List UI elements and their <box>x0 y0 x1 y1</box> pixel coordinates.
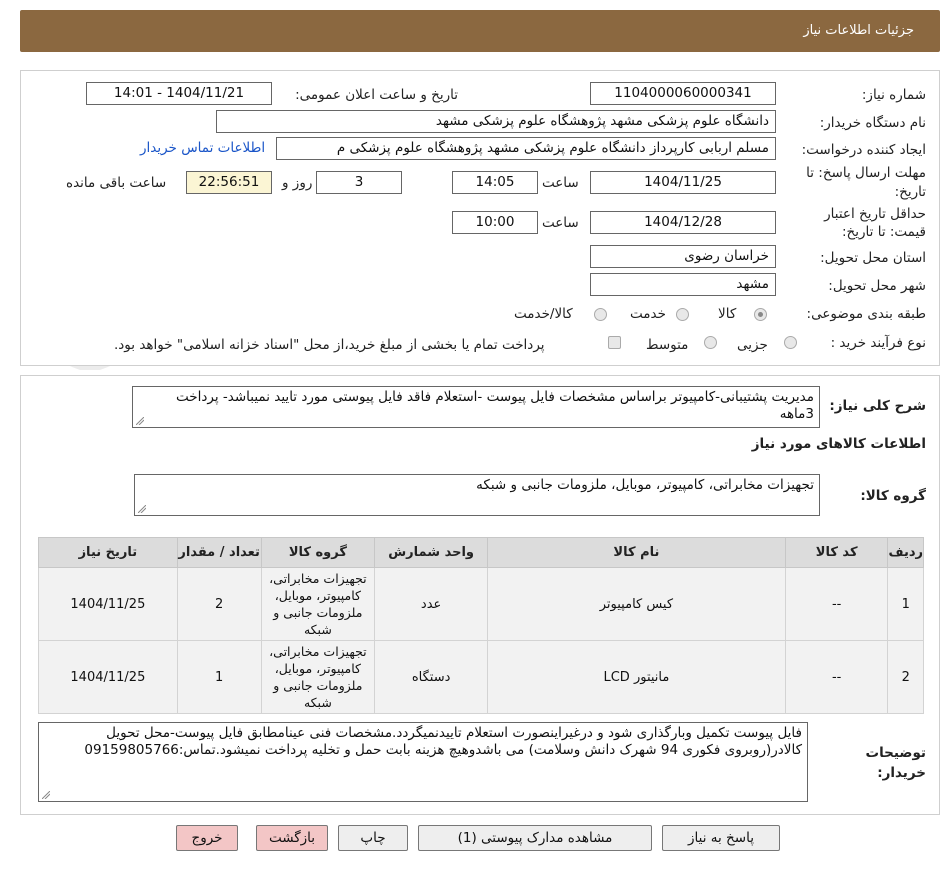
days-label: روز و <box>282 175 313 191</box>
col-unit: واحد شمارش <box>374 537 488 568</box>
validity-hour-label: ساعت <box>542 215 579 231</box>
cell-row: 1 <box>887 567 924 641</box>
goods-section-title: اطلاعات کالاهای مورد نیاز <box>751 436 926 452</box>
print-button[interactable]: چاپ <box>338 825 408 851</box>
cell-group: تجهیزات مخابراتی، کامپیوتر، موبایل، ملزو… <box>260 640 376 714</box>
category-radio-goods[interactable] <box>754 308 767 321</box>
deadline-date-field: 1404/11/25 <box>590 171 776 194</box>
col-qty: تعداد / مقدار <box>176 537 262 568</box>
cell-code: -- <box>784 640 889 714</box>
days-left-field: 3 <box>316 171 402 194</box>
cell-name: مانیتور LCD <box>486 640 786 714</box>
page-title: جزئیات اطلاعات نیاز <box>803 23 914 38</box>
col-name: نام کالا <box>486 537 786 568</box>
goods-group-label: گروه کالا: <box>860 488 926 504</box>
goods-group-text: تجهیزات مخابراتی، کامپیوتر، موبایل، ملزو… <box>476 477 814 493</box>
cell-date: 1404/11/25 <box>38 567 178 641</box>
need-number-field: 1104000060000341 <box>590 82 776 105</box>
category-radio-service[interactable] <box>676 308 689 321</box>
cell-qty: 2 <box>176 567 262 641</box>
cell-row: 2 <box>887 640 924 714</box>
process-radio-minor[interactable] <box>784 336 797 349</box>
reply-button[interactable]: پاسخ به نیاز <box>662 825 780 851</box>
col-code: کد کالا <box>784 537 889 568</box>
process-option-minor: جزیی <box>737 337 768 353</box>
attachments-button[interactable]: مشاهده مدارک پیوستی (1) <box>418 825 652 851</box>
table-header-row: ردیف کد کالا نام کالا واحد شمارش گروه کا… <box>38 537 924 568</box>
deadline-time-field: 14:05 <box>452 171 538 194</box>
buyer-notes-label-2: خریدار: <box>877 765 926 781</box>
goods-group-field[interactable]: تجهیزات مخابراتی، کامپیوتر، موبایل، ملزو… <box>134 474 820 516</box>
treasury-note: پرداخت تمام یا بخشی از مبلغ خرید،از محل … <box>114 337 545 353</box>
province-field: خراسان رضوی <box>590 245 776 268</box>
deadline-label-2: تاریخ: <box>894 184 926 200</box>
back-button[interactable]: بازگشت <box>256 825 328 851</box>
creator-label: ایجاد کننده درخواست: <box>801 142 926 158</box>
description-field[interactable]: مدیریت پشتیبانی-کامپیوتر براساس مشخصات ف… <box>132 386 820 428</box>
col-date: تاریخ نیاز <box>38 537 178 568</box>
table-row: 2 -- مانیتور LCD دستگاه تجهیزات مخابراتی… <box>38 640 924 714</box>
deadline-label: مهلت ارسال پاسخ: تا <box>806 165 926 181</box>
validity-label: حداقل تاریخ اعتبار <box>824 206 926 222</box>
cell-unit: دستگاه <box>374 640 488 714</box>
validity-time-field: 10:00 <box>452 211 538 234</box>
process-radio-medium[interactable] <box>704 336 717 349</box>
col-row: ردیف <box>887 537 924 568</box>
col-group: گروه کالا <box>260 537 376 568</box>
validity-label-2: قیمت: تا تاریخ: <box>842 224 926 240</box>
table-row: 1 -- کیس کامپیوتر عدد تجهیزات مخابراتی، … <box>38 567 924 641</box>
category-option-goods: کالا <box>718 306 737 322</box>
remaining-label: ساعت باقی مانده <box>66 175 167 191</box>
announce-label: تاریخ و ساعت اعلان عمومی: <box>295 87 458 103</box>
items-table: ردیف کد کالا نام کالا واحد شمارش گروه کا… <box>38 537 924 714</box>
deadline-hour-label: ساعت <box>542 175 579 191</box>
resize-grip-icon[interactable] <box>42 791 50 799</box>
city-field: مشهد <box>590 273 776 296</box>
buyer-notes-text: فایل پیوست تکمیل وبارگذاری شود و درغیرای… <box>84 725 802 758</box>
city-label: شهر محل تحویل: <box>828 278 926 294</box>
category-option-both: کالا/خدمت <box>514 306 573 322</box>
validity-date-field: 1404/12/28 <box>590 211 776 234</box>
process-option-medium: متوسط <box>646 337 689 353</box>
treasury-checkbox[interactable] <box>608 336 621 349</box>
need-number-label: شماره نیاز: <box>861 87 926 103</box>
buyer-contact-link[interactable]: اطلاعات تماس خریدار <box>140 140 265 156</box>
creator-field: مسلم اربابی کارپرداز دانشگاه علوم پزشکی … <box>276 137 776 160</box>
cell-qty: 1 <box>176 640 262 714</box>
description-text: مدیریت پشتیبانی-کامپیوتر براساس مشخصات ف… <box>176 389 814 422</box>
resize-grip-icon[interactable] <box>138 505 146 513</box>
cell-name: کیس کامپیوتر <box>486 567 786 641</box>
resize-grip-icon[interactable] <box>136 417 144 425</box>
exit-button[interactable]: خروج <box>176 825 238 851</box>
cell-date: 1404/11/25 <box>38 640 178 714</box>
buyer-notes-label: توضیحات <box>865 745 926 761</box>
page-header: جزئیات اطلاعات نیاز <box>20 10 940 52</box>
category-label: طبقه بندی موضوعی: <box>806 306 926 322</box>
province-label: استان محل تحویل: <box>820 250 926 266</box>
announce-field: 1404/11/21 - 14:01 <box>86 82 272 105</box>
description-label: شرح کلی نیاز: <box>829 398 926 414</box>
buyer-notes-field[interactable]: فایل پیوست تکمیل وبارگذاری شود و درغیرای… <box>38 722 808 802</box>
time-left-field: 22:56:51 <box>186 171 272 194</box>
buyer-org-field: دانشگاه علوم پزشکی مشهد پژوهشگاه علوم پز… <box>216 110 776 133</box>
cell-unit: عدد <box>374 567 488 641</box>
cell-code: -- <box>784 567 889 641</box>
category-radio-both[interactable] <box>594 308 607 321</box>
category-option-service: خدمت <box>630 306 666 322</box>
process-label: نوع فرآیند خرید : <box>830 335 926 351</box>
buyer-org-label: نام دستگاه خریدار: <box>819 115 926 131</box>
cell-group: تجهیزات مخابراتی، کامپیوتر، موبایل، ملزو… <box>260 567 376 641</box>
